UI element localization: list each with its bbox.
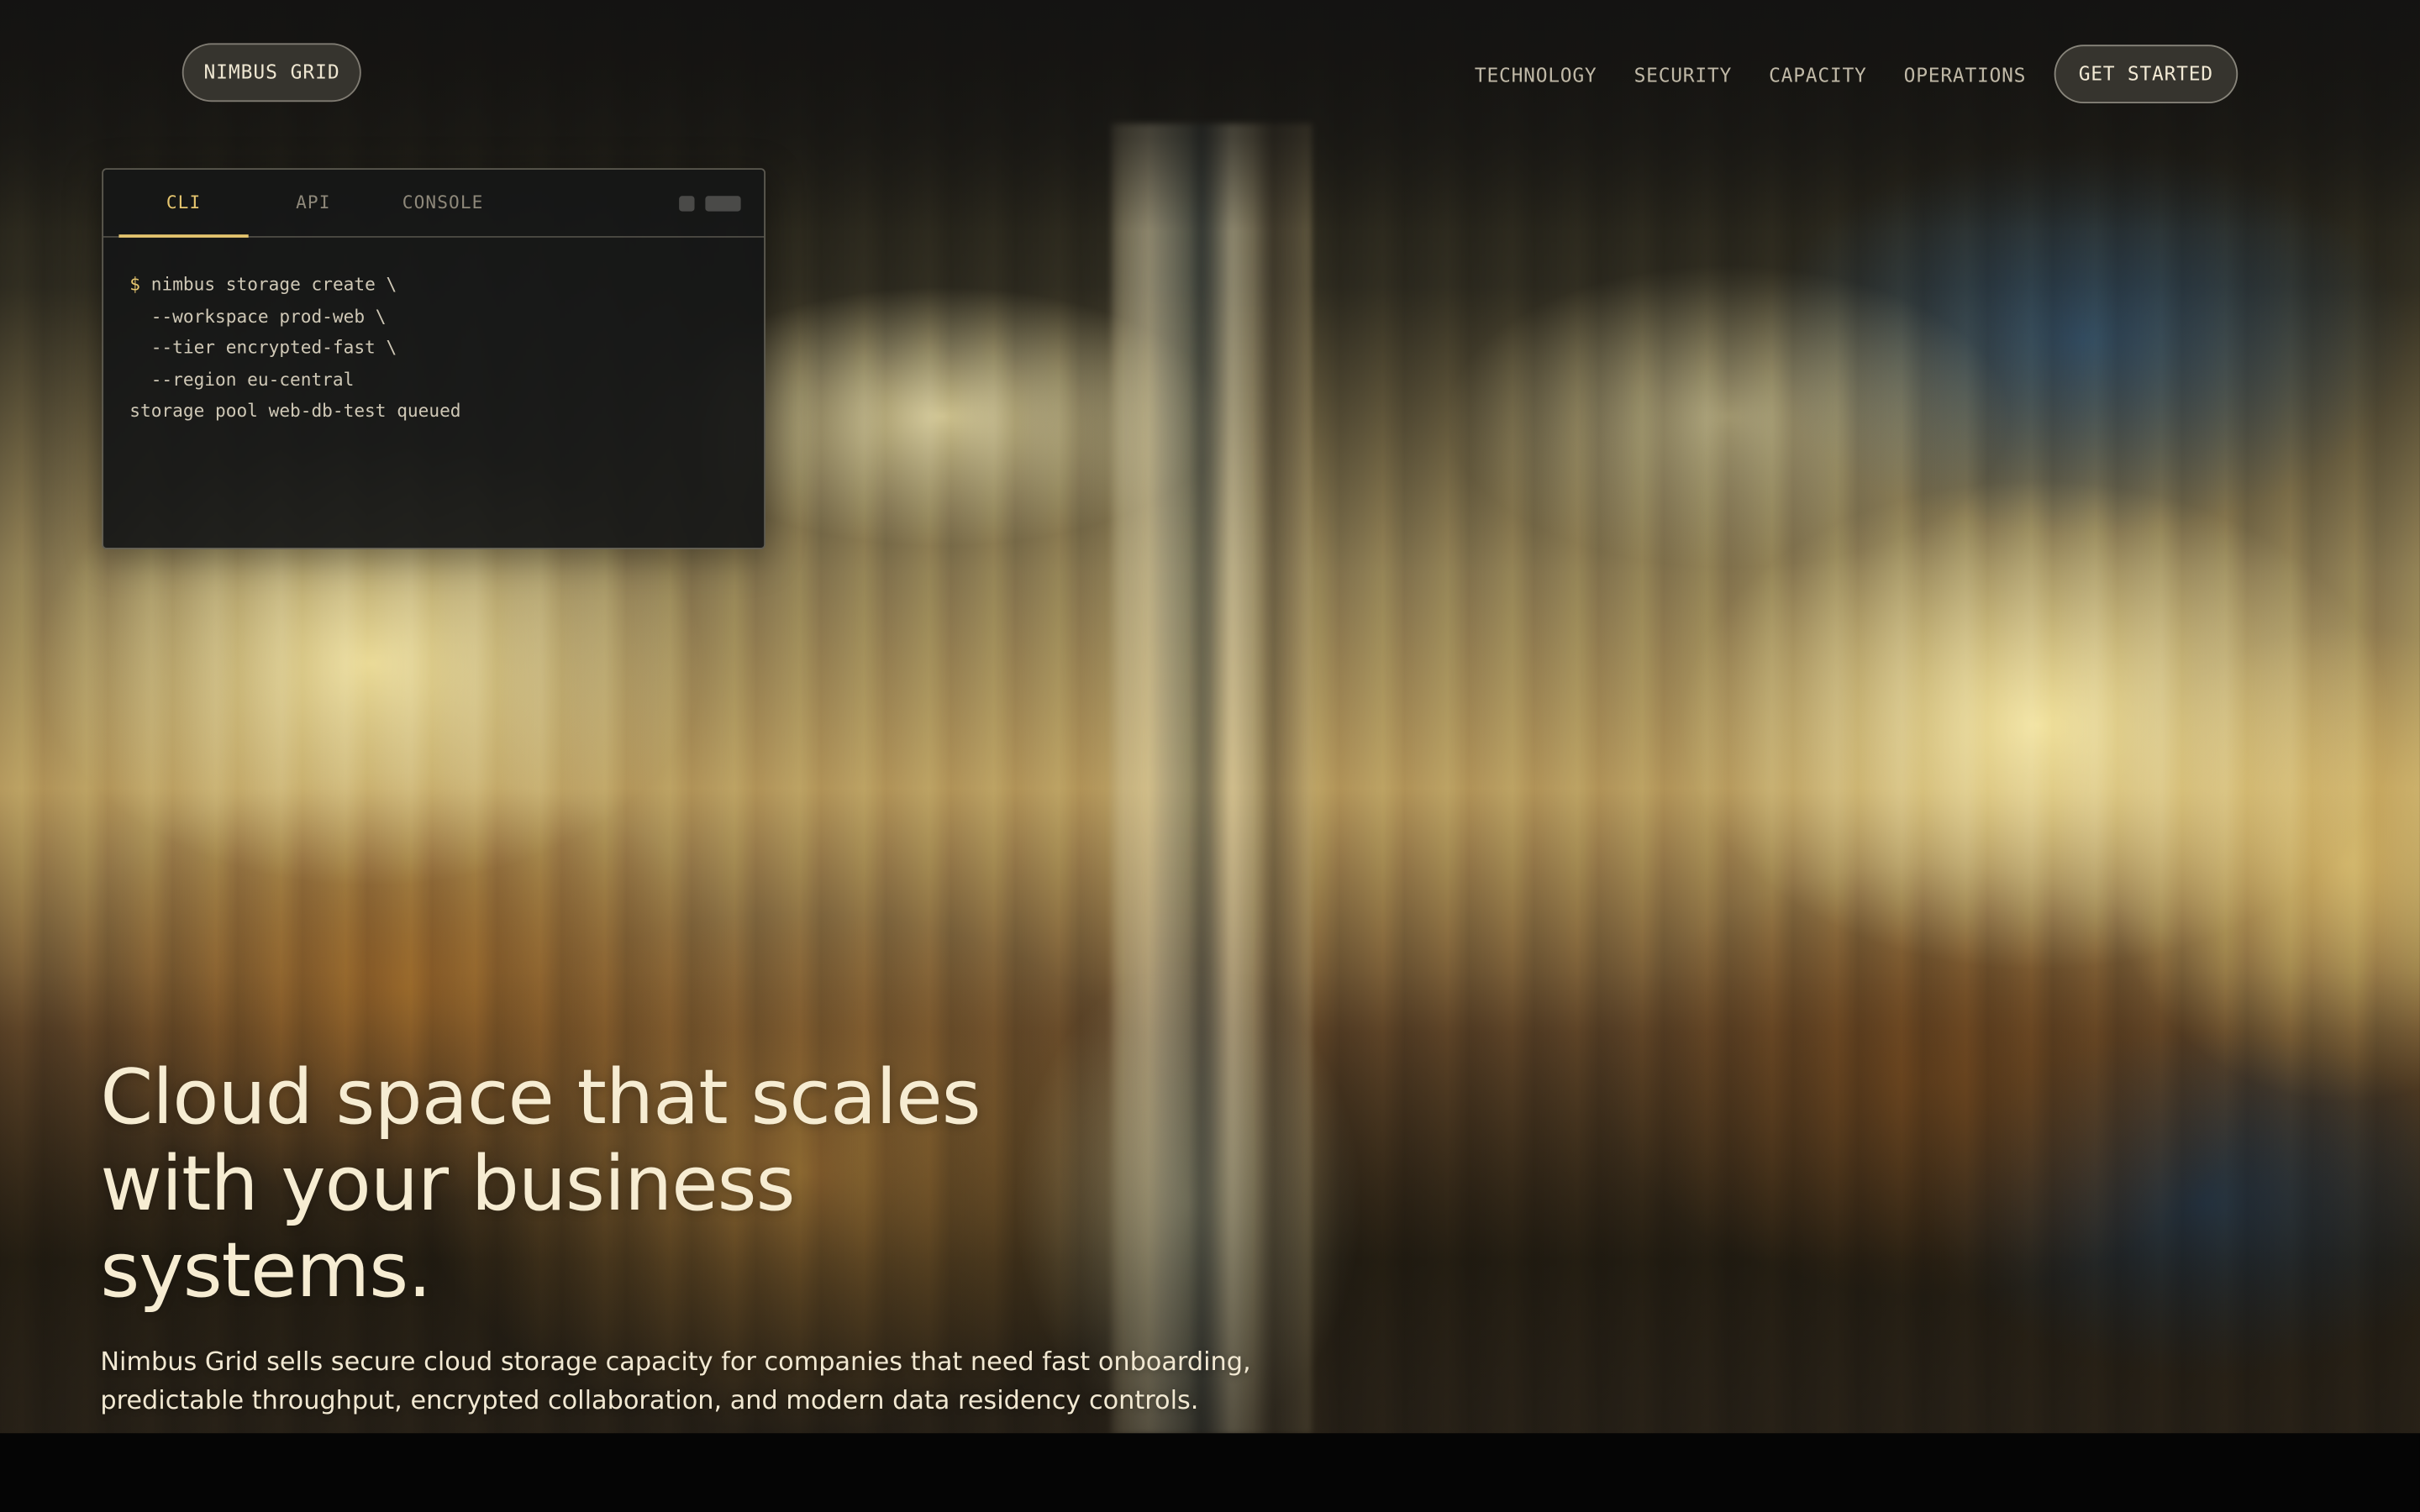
headline-line: Cloud space that scales [100, 1053, 981, 1142]
nav-item-technology[interactable]: TECHNOLOGY [1475, 62, 1597, 86]
terminal-command-text: nimbus storage create \ [150, 273, 397, 295]
terminal-line: --workspace prod-web \ [129, 304, 387, 327]
main-nav: TECHNOLOGY SECURITY CAPACITY OPERATIONS … [1475, 45, 2238, 104]
minimize-control-icon[interactable] [679, 196, 695, 212]
page: NIMBUS GRID TECHNOLOGY SECURITY CAPACITY… [0, 0, 2420, 1512]
terminal-line: $ nimbus storage create \ [129, 269, 738, 301]
tab-cli[interactable]: CLI [118, 170, 249, 238]
brand-logo-button[interactable]: NIMBUS GRID [182, 43, 362, 102]
prompt-symbol: $ [129, 273, 141, 295]
headline-line: systems. [100, 1226, 431, 1315]
hero-subcopy: Nimbus Grid sells secure cloud storage c… [100, 1342, 1273, 1420]
window-control-pill-icon[interactable] [705, 196, 741, 212]
terminal-output: $ nimbus storage create \ --workspace pr… [103, 238, 764, 427]
terminal-line: --region eu-central [129, 368, 355, 390]
get-started-button[interactable]: GET STARTED [2054, 45, 2238, 104]
terminal-status-line: storage pool web-db-test queued [129, 399, 461, 422]
nav-item-operations[interactable]: OPERATIONS [1904, 62, 2027, 86]
terminal-card: CLI API CONSOLE $ nimbus storage create … [102, 168, 766, 549]
tab-api[interactable]: API [276, 170, 350, 236]
bottom-bar [0, 1433, 2420, 1512]
headline-line: with your business [100, 1140, 795, 1229]
terminal-tab-bar: CLI API CONSOLE [103, 170, 765, 238]
terminal-line: --tier encrypted-fast \ [129, 336, 397, 359]
tab-console[interactable]: CONSOLE [384, 170, 502, 236]
nav-item-security[interactable]: SECURITY [1634, 62, 1732, 86]
subcopy-line: Nimbus Grid sells secure cloud storage c… [100, 1347, 1251, 1377]
subcopy-line: predictable throughput, encrypted collab… [100, 1385, 1199, 1415]
hero-headline: Cloud space that scales with your busine… [100, 1053, 1087, 1315]
nav-item-capacity[interactable]: CAPACITY [1769, 62, 1866, 86]
